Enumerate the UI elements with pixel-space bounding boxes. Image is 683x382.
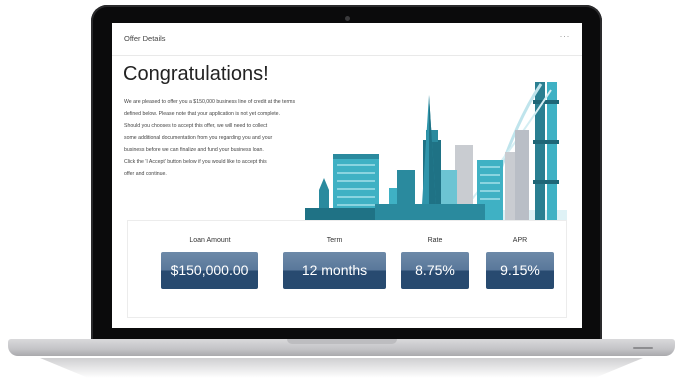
- offer-terms-panel: Loan Amount $150,000.00 Term 12 months R…: [127, 220, 567, 318]
- term-label: Term: [326, 237, 343, 244]
- more-options-icon[interactable]: ···: [560, 31, 571, 41]
- congratulations-heading: Congratulations!: [123, 63, 269, 85]
- apr-label: APR: [512, 237, 528, 244]
- power-indicator: [633, 347, 653, 349]
- laptop-base-notch: [287, 339, 397, 344]
- page-title: Offer Details: [124, 34, 166, 43]
- city-skyline-illustration: [305, 82, 567, 220]
- rate-label: Rate: [427, 237, 443, 244]
- laptop-shadow: [40, 358, 643, 378]
- loan-amount-value: $150,000.00: [161, 252, 258, 289]
- rate-value: 8.75%: [401, 252, 469, 289]
- apr-value: 9.15%: [486, 252, 554, 289]
- loan-amount-label: Loan Amount: [189, 237, 231, 244]
- camera-icon: [344, 16, 350, 21]
- offer-header: Offer Details ···: [112, 23, 582, 56]
- screen: Offer Details ··· Congratulations! We ar…: [112, 23, 582, 328]
- term-value: 12 months: [283, 252, 386, 289]
